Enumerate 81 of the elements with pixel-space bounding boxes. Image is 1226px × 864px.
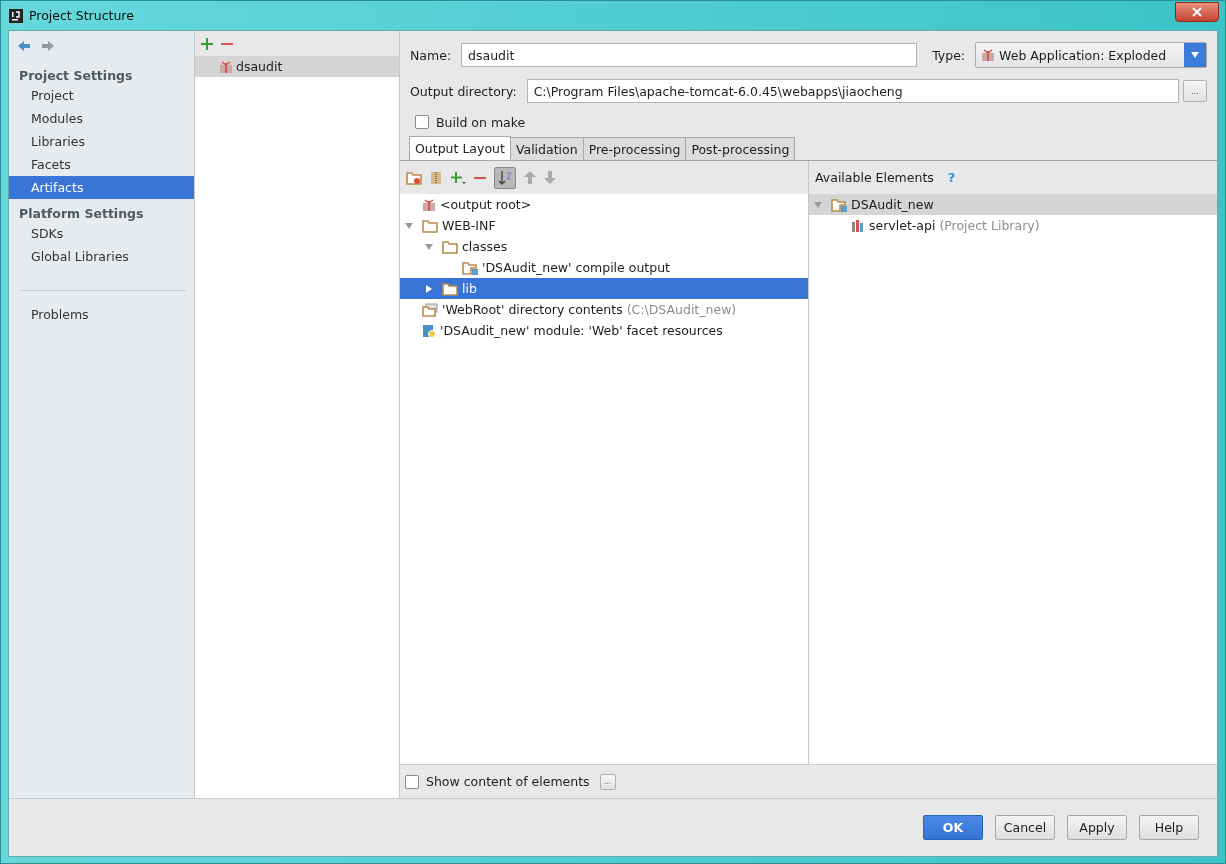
tree-label: WEB-INF [442, 218, 496, 233]
tree-note: (C:\DSAudit_new) [626, 302, 737, 317]
tree-row[interactable]: 'DSAudit_new' module: 'Web' facet resources [400, 320, 808, 341]
sidebar-item[interactable]: Modules [9, 107, 194, 130]
sidebar-item[interactable]: Project [9, 84, 194, 107]
close-icon [1192, 6, 1202, 17]
folder-icon [422, 218, 438, 233]
down-arrow-icon[interactable] [544, 171, 556, 184]
tree-label: lib [462, 281, 477, 296]
tree-row[interactable]: 'WebRoot' directory contents (C:\DSAudit_new) [400, 299, 808, 320]
sidebar-item[interactable]: Libraries [9, 130, 194, 153]
dialog-button[interactable]: Apply [1067, 815, 1127, 840]
type-dropdown[interactable]: Web Application: Exploded [975, 42, 1207, 68]
checkbox[interactable] [405, 774, 419, 789]
web-facet-icon [422, 323, 436, 338]
collapsed-arrow-icon[interactable] [424, 283, 434, 294]
tree-row[interactable]: 'DSAudit_new' compile output [400, 257, 808, 278]
gift-box-icon [422, 197, 436, 212]
name-label: Name: [410, 47, 452, 63]
tab[interactable]: Output Layout [409, 136, 511, 160]
sidebar-group-title: Platform Settings [18, 205, 145, 222]
gift-box-icon [981, 48, 996, 62]
up-arrow-icon[interactable] [524, 171, 536, 184]
available-elements-title: Available Elements [815, 170, 934, 185]
tree-row[interactable]: classes [400, 236, 808, 257]
tree-row[interactable]: servlet-api (Project Library) [809, 215, 1217, 236]
tree-label: classes [462, 239, 508, 254]
sidebar-item[interactable]: Problems [9, 303, 194, 326]
name-field[interactable]: dsaudit [461, 43, 918, 67]
tree-note: (Project Library) [939, 218, 1040, 233]
folder-icon [442, 281, 458, 296]
sidebar-item[interactable]: Global Libraries [9, 245, 194, 268]
new-folder-icon[interactable] [406, 170, 422, 185]
folder-module-icon [831, 197, 847, 212]
tree-row[interactable]: DSAudit_new [809, 194, 1217, 215]
tab[interactable]: Validation [509, 137, 584, 160]
archive-icon[interactable] [430, 170, 442, 185]
type-label: Type: [932, 47, 966, 63]
output-directory-field[interactable]: C:\Program Files\apache-tomcat-6.0.45\webapps\jiaocheng [526, 79, 1179, 103]
expanded-arrow-icon[interactable] [424, 241, 434, 252]
expanded-arrow-icon[interactable] [813, 199, 823, 210]
caret-icon [1190, 51, 1200, 59]
tree-label: DSAudit_new [851, 197, 934, 212]
tree-row[interactable]: <output root> [400, 194, 808, 215]
tree-row[interactable]: WEB-INF [400, 215, 808, 236]
dialog-button[interactable]: Cancel [995, 815, 1055, 840]
add-icon[interactable] [201, 37, 213, 50]
checkbox-label: Show content of elements [426, 774, 590, 789]
sidebar-item[interactable]: Facets [9, 153, 194, 176]
window-title: Project Structure [29, 8, 135, 23]
browse-button[interactable]: ... [1183, 80, 1207, 102]
tree-row[interactable]: lib [400, 278, 808, 299]
folder-icon [442, 239, 458, 254]
add-icon[interactable] [450, 170, 466, 185]
sidebar-group-title: Project Settings [18, 67, 134, 84]
back-arrow-icon[interactable] [17, 40, 31, 52]
checkbox[interactable] [415, 115, 429, 129]
folder-module-icon [462, 260, 478, 275]
checkbox-label: Build on make [436, 114, 526, 130]
app-logo-icon [9, 8, 23, 23]
tree-label: <output root> [440, 197, 532, 212]
library-icon [851, 218, 865, 233]
output-directory-label: Output directory: [410, 83, 517, 99]
tree-label: 'DSAudit_new' compile output [482, 260, 670, 275]
tab[interactable]: Pre-processing [582, 137, 687, 160]
sidebar-item[interactable]: Artifacts [9, 176, 194, 199]
close-button[interactable] [1175, 1, 1219, 22]
forward-arrow-icon[interactable] [41, 40, 55, 52]
tree-label: servlet-api (Project Library) [869, 218, 1040, 233]
gift-box-icon [219, 59, 233, 74]
tab[interactable]: Post-processing [685, 137, 796, 160]
tree-label: 'WebRoot' directory contents (C:\DSAudit_new) [442, 302, 737, 317]
artifact-item[interactable]: dsaudit [195, 56, 399, 77]
options-button[interactable]: ... [599, 773, 616, 790]
tree-label: 'DSAudit_new' module: 'Web' facet resources [440, 323, 723, 338]
ok-button[interactable]: OK [923, 815, 983, 840]
sort-button[interactable] [494, 166, 516, 189]
dialog-button[interactable]: Help [1139, 815, 1199, 840]
folders-icon [422, 302, 438, 317]
sidebar-item[interactable]: SDKs [9, 222, 194, 245]
expanded-arrow-icon[interactable] [404, 220, 414, 231]
